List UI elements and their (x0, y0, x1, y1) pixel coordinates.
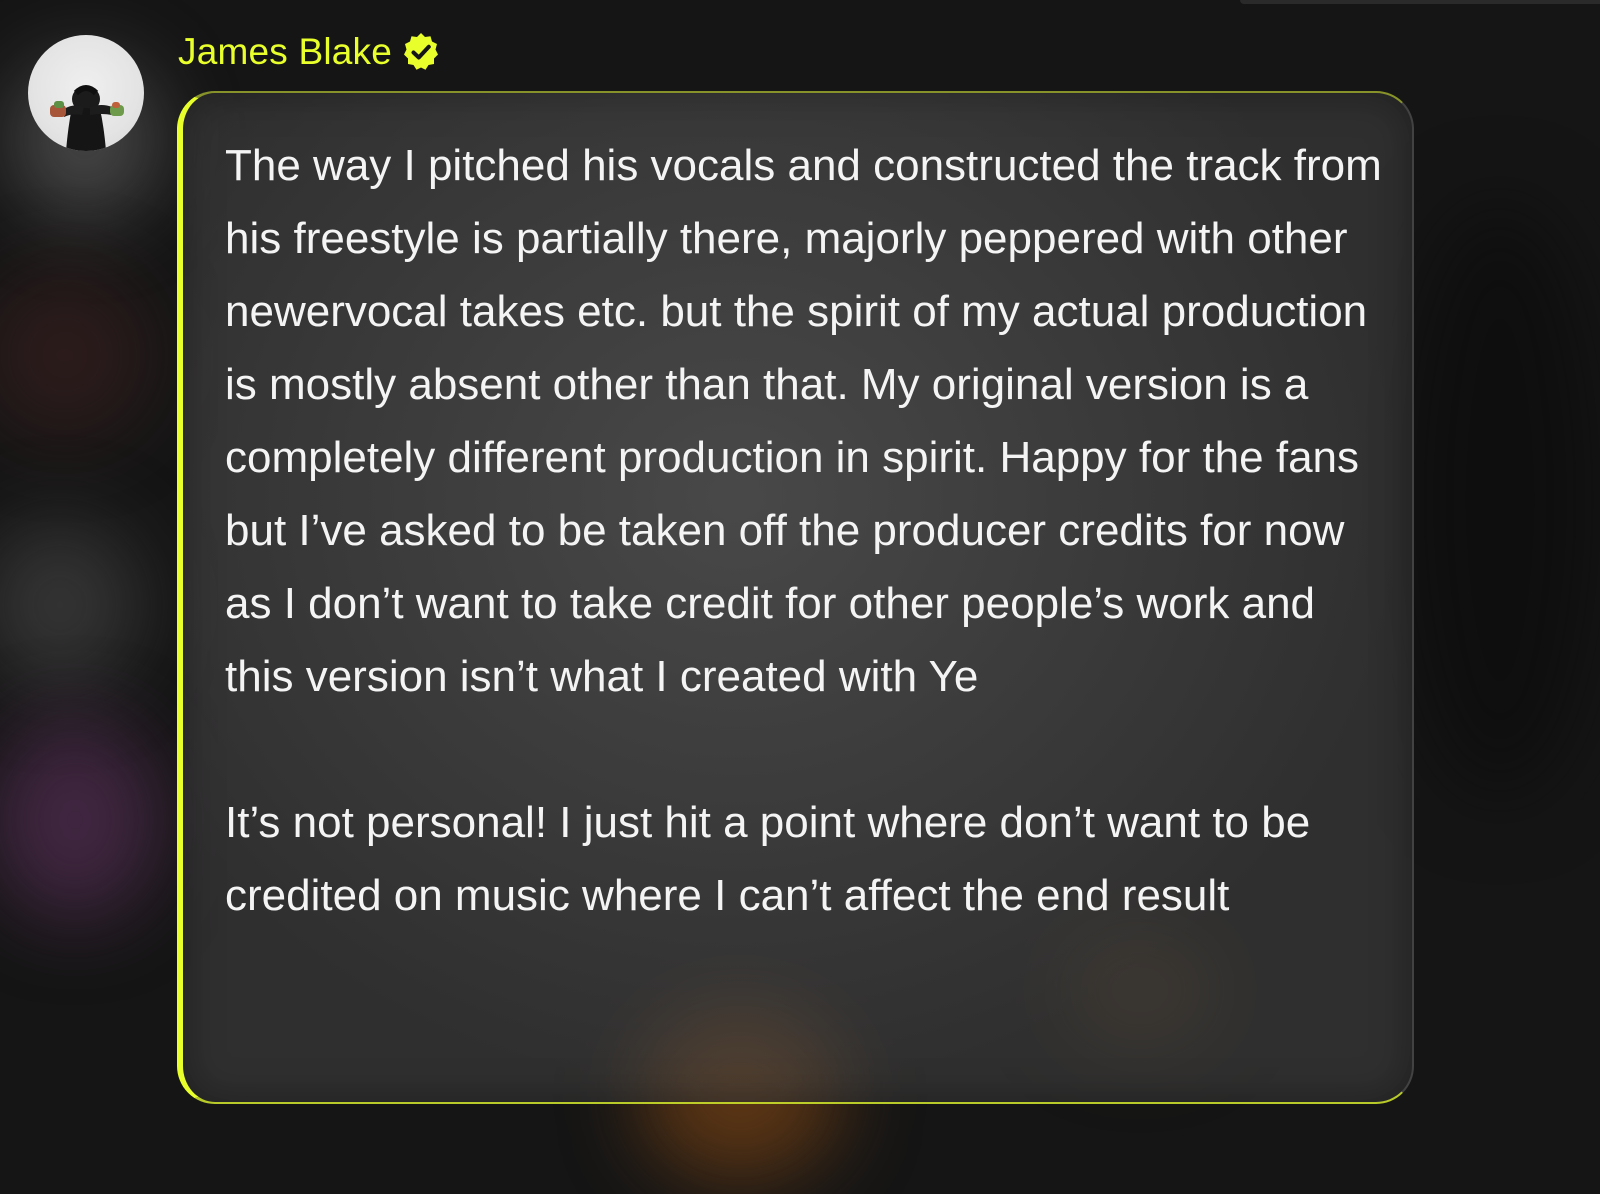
background-blur (0, 720, 160, 920)
profile-photo-icon (50, 85, 124, 151)
background-blur (0, 270, 150, 440)
top-panel-edge (1240, 0, 1600, 4)
avatar[interactable] (28, 35, 144, 151)
background-blur (0, 520, 140, 690)
verified-badge-icon (400, 31, 442, 73)
message-author: James Blake (178, 30, 442, 74)
message-paragraph-2: It’s not personal! I just hit a point wh… (225, 798, 1323, 920)
message-paragraph-1: The way I pitched his vocals and constru… (225, 141, 1394, 701)
background-blur (1400, 200, 1600, 800)
message-text: The way I pitched his vocals and constru… (225, 129, 1382, 932)
author-name[interactable]: James Blake (178, 31, 392, 73)
message-bubble[interactable]: The way I pitched his vocals and constru… (177, 91, 1414, 1104)
chat-view: James Blake The way I pitched his vocals… (0, 0, 1600, 1194)
